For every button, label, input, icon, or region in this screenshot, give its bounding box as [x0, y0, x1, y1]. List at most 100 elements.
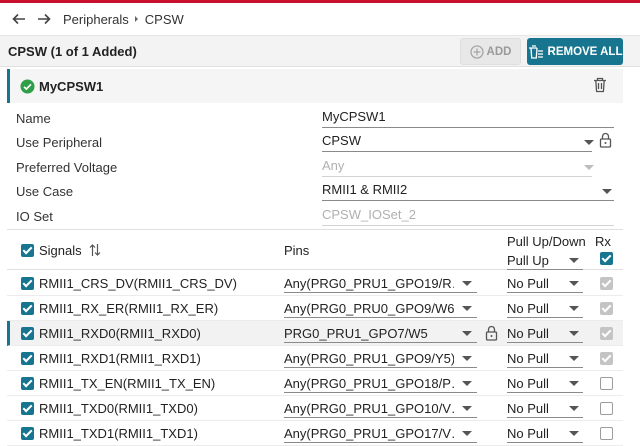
chevron-down-icon	[602, 189, 612, 194]
io-set-input: CPSW_IOSet_2	[322, 206, 614, 226]
pull-select[interactable]: No Pull	[507, 423, 583, 443]
table-row[interactable]: RMII1_TXD1(RMII1_TXD1) Any(PRG0_PRU1_GPO1…	[7, 421, 623, 446]
use-peripheral-label: Use Peripheral	[16, 135, 102, 150]
pull-select[interactable]: No Pull	[507, 348, 583, 368]
chevron-down-icon	[462, 406, 472, 411]
plus-circle-icon	[469, 44, 484, 59]
pull-all-value: Pull Up	[507, 253, 549, 268]
breadcrumb-item-cpsw: CPSW	[144, 11, 184, 27]
rx-column-header: Rx	[595, 234, 611, 249]
signal-checkbox[interactable]	[21, 427, 34, 440]
pin-select[interactable]: Any(PRG0_PRU1_GPO10/V…	[284, 398, 477, 418]
use-peripheral-select[interactable]: CPSW	[322, 132, 594, 152]
signal-checkbox[interactable]	[21, 327, 34, 340]
forward-button[interactable]	[33, 8, 55, 30]
pin-value: Any(PRG0_PRU1_GPO10/V…	[284, 401, 454, 416]
back-button[interactable]	[8, 8, 30, 30]
select-all-checkbox[interactable]	[21, 244, 34, 257]
io-set-label: IO Set	[16, 209, 53, 224]
breadcrumb-item-peripherals[interactable]: Peripherals	[63, 12, 129, 27]
rx-checkbox[interactable]	[600, 327, 613, 340]
table-row[interactable]: RMII1_RXD1(RMII1_RXD1) Any(PRG0_PRU1_GPO9…	[7, 346, 623, 371]
pull-value: No Pull	[507, 376, 549, 391]
rx-all-checkbox[interactable]	[600, 252, 613, 265]
pull-value: No Pull	[507, 426, 549, 441]
signal-name: RMII1_RXD1(RMII1_RXD1)	[39, 351, 201, 366]
pin-select[interactable]: Any(PRG0_PRU0_GPO9/W6)	[284, 298, 477, 318]
pull-value: No Pull	[507, 276, 549, 291]
arrow-right-icon	[38, 13, 51, 25]
signal-checkbox[interactable]	[21, 402, 34, 415]
signal-checkbox[interactable]	[21, 377, 34, 390]
pull-all-select[interactable]: Pull Up	[507, 250, 583, 270]
chevron-down-icon	[569, 406, 579, 411]
chevron-down-icon	[462, 356, 472, 361]
signal-checkbox[interactable]	[21, 302, 34, 315]
nav-bar: Peripherals CPSW	[0, 3, 640, 36]
signal-checkbox[interactable]	[21, 277, 34, 290]
pin-value: Any(PRG0_PRU1_GPO17/V…	[284, 426, 454, 441]
instance-header[interactable]: MyCPSW1	[7, 69, 623, 103]
signals-table: Signals Pins Pull Up/Down Pull Up Rx RMI…	[7, 229, 623, 446]
rx-checkbox[interactable]	[600, 377, 613, 390]
signal-name: RMII1_TX_EN(RMII1_TX_EN)	[39, 376, 216, 391]
delete-instance-button[interactable]	[593, 77, 607, 96]
arrow-left-icon	[12, 13, 25, 25]
add-button[interactable]: ADD	[460, 38, 521, 65]
instance-name: MyCPSW1	[39, 78, 104, 94]
rx-checkbox[interactable]	[600, 277, 613, 290]
pull-value: No Pull	[507, 301, 549, 316]
pin-value: Any(PRG0_PRU1_GPO9/Y5)	[284, 351, 454, 366]
pull-value: No Pull	[507, 401, 549, 416]
use-case-select[interactable]: RMII1 & RMII2	[322, 181, 614, 201]
chevron-down-icon	[462, 306, 472, 311]
preferred-voltage-label: Preferred Voltage	[16, 160, 118, 175]
lock-icon[interactable]	[485, 325, 498, 341]
pull-select[interactable]: No Pull	[507, 298, 583, 318]
pull-select[interactable]: No Pull	[507, 398, 583, 418]
sort-icon[interactable]	[89, 243, 101, 257]
pin-value: PRG0_PRU1_GPO7/W5	[284, 326, 428, 341]
pull-select[interactable]: No Pull	[507, 273, 583, 293]
pull-value: No Pull	[507, 326, 549, 341]
table-row[interactable]: RMII1_CRS_DV(RMII1_CRS_DV) Any(PRG0_PRU1_…	[7, 271, 623, 296]
table-row[interactable]: RMII1_TX_EN(RMII1_TX_EN) Any(PRG0_PRU1_GP…	[7, 371, 623, 396]
name-label: Name	[16, 111, 51, 126]
signal-checkbox[interactable]	[21, 352, 34, 365]
pin-select[interactable]: PRG0_PRU1_GPO7/W5	[284, 323, 477, 343]
signal-name: RMII1_TXD0(RMII1_TXD0)	[39, 401, 198, 416]
pull-select[interactable]: No Pull	[507, 373, 583, 393]
rx-checkbox[interactable]	[600, 402, 613, 415]
rx-checkbox[interactable]	[600, 352, 613, 365]
chevron-down-icon	[569, 356, 579, 361]
name-input[interactable]: MyCPSW1	[322, 108, 614, 128]
lock-icon[interactable]	[599, 132, 612, 148]
use-case-value: RMII1 & RMII2	[322, 182, 408, 197]
chevron-down-icon	[569, 258, 579, 263]
pin-select[interactable]: Any(PRG0_PRU1_GPO17/V…	[284, 423, 477, 443]
table-row[interactable]: RMII1_TXD0(RMII1_TXD0) Any(PRG0_PRU1_GPO1…	[7, 396, 623, 421]
chevron-down-icon	[584, 165, 594, 170]
remove-all-button-label: REMOVE ALL	[547, 45, 623, 58]
pin-select[interactable]: Any(PRG0_PRU1_GPO19/R…	[284, 273, 477, 293]
trash-icon	[594, 77, 606, 93]
signals-column-header: Signals	[39, 243, 82, 258]
pin-select[interactable]: Any(PRG0_PRU1_GPO18/P…	[284, 373, 477, 393]
chevron-down-icon	[569, 306, 579, 311]
rx-checkbox[interactable]	[600, 302, 613, 315]
pull-select[interactable]: No Pull	[507, 323, 583, 343]
chevron-down-icon	[569, 381, 579, 386]
table-row[interactable]: RMII1_RXD0(RMII1_RXD0) PRG0_PRU1_GPO7/W5 N…	[7, 321, 623, 346]
chevron-down-icon	[569, 281, 579, 286]
use-peripheral-value: CPSW	[322, 133, 361, 148]
pull-value: No Pull	[507, 351, 549, 366]
preferred-voltage-select[interactable]: Any	[322, 157, 594, 177]
table-row[interactable]: RMII1_RX_ER(RMII1_RX_ER) Any(PRG0_PRU0_GP…	[7, 296, 623, 321]
pin-value: Any(PRG0_PRU1_GPO18/P…	[284, 376, 454, 391]
signal-name: RMII1_RX_ER(RMII1_RX_ER)	[39, 301, 219, 316]
pin-select[interactable]: Any(PRG0_PRU1_GPO9/Y5)	[284, 348, 477, 368]
rx-checkbox[interactable]	[600, 427, 613, 440]
use-case-label: Use Case	[16, 184, 74, 199]
remove-all-button[interactable]: REMOVE ALL	[527, 38, 623, 65]
chevron-down-icon	[462, 331, 472, 336]
